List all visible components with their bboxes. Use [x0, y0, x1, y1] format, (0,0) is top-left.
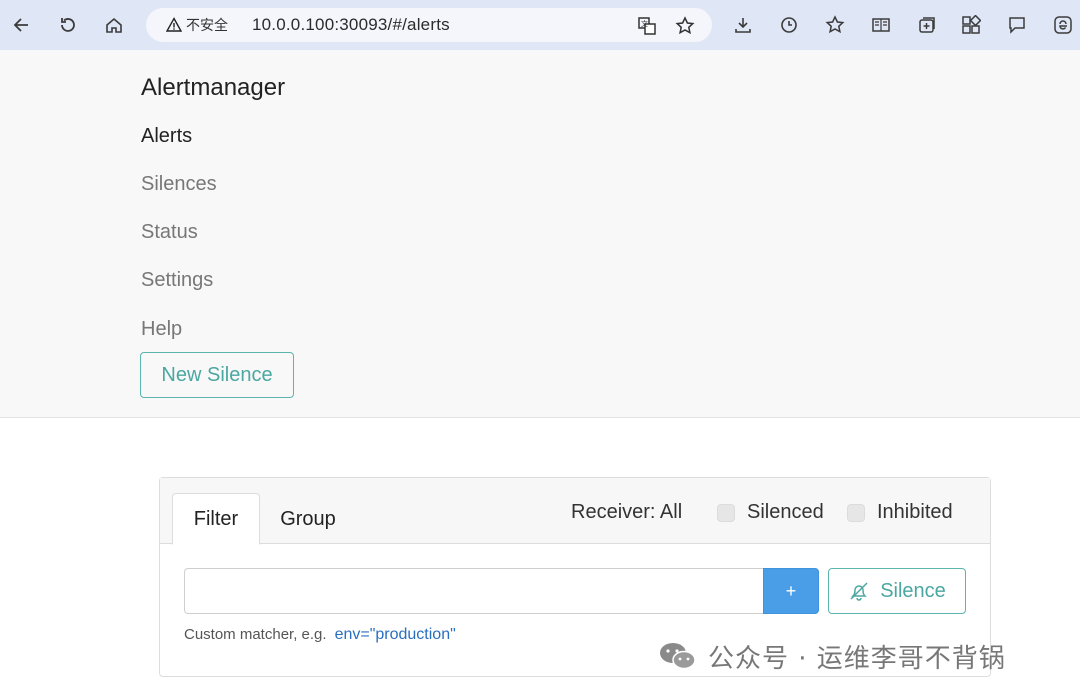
watermark-text: 公众号 · 运维李哥不背锅 — [708, 643, 1006, 674]
filter-input[interactable] — [184, 568, 764, 614]
nav-link-status[interactable]: Status — [141, 221, 198, 244]
warning-icon[interactable] — [166, 17, 182, 33]
tab-filter[interactable]: Filter — [172, 493, 260, 545]
translate-icon[interactable]: 文 — [636, 15, 658, 37]
watermark: 公众号 · 运维李哥不背锅 — [658, 638, 1006, 674]
wechat-icon — [658, 640, 698, 672]
silenced-checkbox-wrap[interactable]: Silenced — [717, 501, 824, 524]
bell-slash-icon — [848, 580, 870, 602]
inhibited-checkbox-wrap[interactable]: Inhibited — [847, 501, 953, 524]
favorite-star-icon[interactable] — [674, 15, 696, 37]
reading-view-icon[interactable] — [868, 12, 894, 38]
silenced-checkbox[interactable] — [717, 503, 735, 522]
address-bar[interactable]: 不安全 10.0.0.100:30093/#/alerts 文 — [146, 8, 712, 42]
nav-link-silences[interactable]: Silences — [141, 173, 217, 196]
history-icon[interactable] — [776, 12, 802, 38]
collections-icon[interactable] — [914, 12, 940, 38]
silenced-label[interactable]: Silenced — [747, 501, 824, 524]
matcher-hint-text: Custom matcher, e.g. — [184, 626, 327, 643]
nav-link-alerts[interactable]: Alerts — [141, 125, 192, 148]
silence-button[interactable]: Silence — [828, 568, 966, 614]
url-text[interactable]: 10.0.0.100:30093/#/alerts — [252, 15, 450, 35]
matcher-hint: Custom matcher, e.g. env="production" — [184, 626, 456, 644]
svg-text:文: 文 — [641, 19, 648, 28]
back-icon[interactable] — [8, 11, 36, 39]
matcher-example: env="production" — [334, 626, 456, 643]
download-icon[interactable] — [730, 12, 756, 38]
home-icon[interactable] — [100, 11, 128, 39]
silence-button-label: Silence — [880, 579, 946, 602]
feedback-icon[interactable] — [1004, 12, 1030, 38]
reload-icon[interactable] — [54, 11, 82, 39]
inhibited-checkbox[interactable] — [847, 503, 865, 522]
card-header: Filter Group Receiver: All Silenced Inhi… — [160, 478, 990, 545]
nav-link-help[interactable]: Help — [141, 318, 182, 341]
extensions-icon[interactable] — [958, 12, 984, 38]
nav-link-settings[interactable]: Settings — [141, 269, 213, 292]
add-matcher-button[interactable]: + — [763, 568, 819, 614]
edge-logo-icon[interactable] — [1050, 12, 1076, 38]
nav-panel: Alertmanager Alerts Silences Status Sett… — [0, 50, 1080, 418]
inhibited-label[interactable]: Inhibited — [877, 501, 953, 524]
favorites-icon[interactable] — [822, 12, 848, 38]
receiver-selector[interactable]: Receiver: All — [571, 501, 682, 524]
new-silence-button[interactable]: New Silence — [140, 352, 294, 398]
browser-toolbar: 不安全 10.0.0.100:30093/#/alerts 文 — [0, 0, 1080, 50]
brand-title[interactable]: Alertmanager — [141, 74, 285, 102]
tab-group[interactable]: Group — [268, 493, 348, 545]
security-label[interactable]: 不安全 — [186, 15, 228, 35]
